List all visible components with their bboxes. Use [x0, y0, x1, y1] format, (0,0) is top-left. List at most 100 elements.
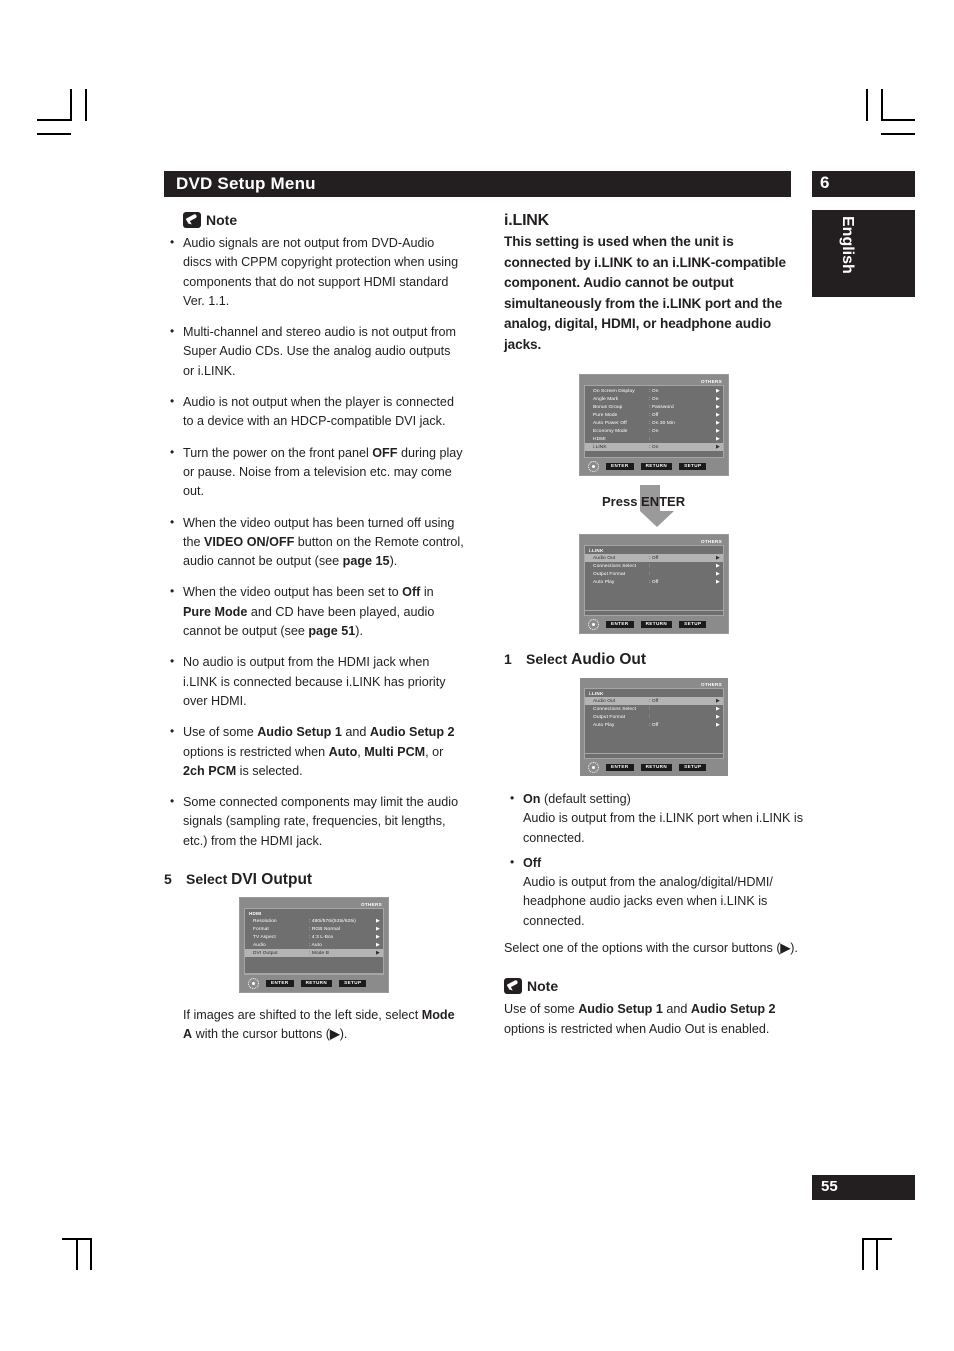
osd-row[interactable]: Audio : Auto ▶	[245, 941, 383, 949]
osd-row[interactable]: Angle Mark : On ▶	[585, 395, 723, 403]
note-text: Use of some Audio Setup 1 and Audio Setu…	[504, 1000, 804, 1039]
osd-key-enter[interactable]: ENTER	[606, 462, 634, 471]
step-label: Select Audio Out	[526, 651, 646, 669]
note-heading: Note	[504, 978, 804, 995]
note-bold-1: Audio Setup 1	[578, 1002, 663, 1017]
cursor-right-icon: ▶	[330, 1027, 340, 1042]
option-name: Off	[523, 855, 542, 870]
osd-row[interactable]: Economy Mode : On ▶	[585, 427, 723, 435]
osd-footer: ENTER RETURN SETUP	[244, 975, 384, 990]
osd-key-setup[interactable]: SETUP	[679, 620, 707, 629]
osd-key-return[interactable]: RETURN	[300, 979, 333, 988]
osd-key-return[interactable]: RETURN	[640, 620, 673, 629]
osd-row[interactable]: Auto Power Off : On 30 Min ▶	[585, 419, 723, 427]
list-item: Some connected components may limit the …	[164, 792, 464, 851]
osd-panel: i.LINK Audio Out : Off ▶ Connections Sel…	[584, 688, 724, 759]
osd-row-selected[interactable]: Audio Out : Off ▶	[585, 554, 723, 562]
osd-row[interactable]: Connections Select : ▶	[585, 562, 723, 570]
step-heading-1: 1 Select Audio Out	[504, 651, 804, 669]
osd-row[interactable]: Pure Mode : Off ▶	[585, 411, 723, 419]
osd-row-label: HDMI	[593, 436, 606, 442]
caption-mid: with the cursor buttons (	[192, 1027, 331, 1042]
list-item: Multi-channel and stereo audio is not ou…	[164, 322, 464, 381]
osd-panel: HDMI Resolution : 480i/576i(525i/625i) ▶…	[244, 908, 384, 976]
dpad-icon	[588, 762, 599, 773]
osd-row-label: Audio	[253, 942, 266, 948]
osd-row[interactable]: Auto Play : Off ▶	[585, 578, 723, 586]
osd-key-setup[interactable]: SETUP	[679, 763, 707, 772]
osd-key-enter[interactable]: ENTER	[266, 979, 294, 988]
osd-row[interactable]: On Screen Display : On ▶	[585, 387, 723, 395]
osd-row-label: Output Format	[593, 714, 626, 720]
chapter-number: 6	[820, 173, 830, 192]
dpad-icon	[588, 619, 599, 630]
osd-row-value: : On	[649, 428, 659, 434]
chevron-right-icon: ▶	[716, 722, 720, 728]
chevron-right-icon: ▶	[716, 428, 720, 434]
option-list: On (default setting) Audio is output fro…	[504, 789, 804, 931]
osd-row-label: TV Aspect	[253, 934, 276, 940]
osd-row[interactable]: Connections Select : ▶	[585, 705, 723, 713]
left-column: Note Audio signals are not output from D…	[164, 212, 464, 1045]
chevron-right-icon: ▶	[716, 436, 720, 442]
osd-row-value: : Off	[649, 722, 659, 728]
osd-row-value: : On	[649, 444, 659, 450]
chevron-right-icon: ▶	[716, 412, 720, 418]
osd-row-label: Pure Mode	[593, 412, 618, 418]
osd-row-value: : 4:3 L-Box	[309, 934, 334, 940]
caption-post: ).	[339, 1027, 348, 1042]
step-verb: Select	[186, 871, 228, 888]
step-number: 5	[164, 871, 172, 888]
osd-caption: If images are shifted to the left side, …	[164, 1006, 464, 1045]
chevron-right-icon: ▶	[716, 555, 720, 561]
crop-mark-top-left-v2	[85, 89, 87, 121]
osd-key-return[interactable]: RETURN	[640, 763, 673, 772]
page-title: DVD Setup Menu	[176, 174, 316, 193]
list-item: Audio is not output when the player is c…	[164, 392, 464, 432]
option-suffix: (default setting)	[540, 792, 631, 806]
osd-group-label: HDMI	[249, 911, 262, 917]
osd-footer: ENTER RETURN SETUP	[584, 759, 724, 774]
crop-mark-top-left-v1	[70, 89, 72, 121]
page-canvas: DVD Setup Menu 6 English Note Audio sign…	[0, 0, 954, 1351]
divider	[245, 973, 383, 975]
osd-footer: ENTER RETURN SETUP	[584, 458, 724, 473]
chevron-right-icon: ▶	[376, 950, 380, 957]
osd-row[interactable]: HDMI : ▶	[585, 435, 723, 443]
osd-screen-ilink-1: OTHERS i.LINK Audio Out : Off ▶ Connecti…	[579, 534, 729, 634]
osd-row[interactable]: Resolution : 480i/576i(525i/625i) ▶	[245, 917, 383, 925]
press-enter-label: Press ENTER	[602, 494, 686, 509]
osd-key-setup[interactable]: SETUP	[679, 462, 707, 471]
osd-row-value: : On	[649, 388, 659, 394]
list-item: Use of some Audio Setup 1 and Audio Setu…	[164, 722, 464, 781]
page-number-badge: 55	[812, 1175, 915, 1200]
osd-key-setup[interactable]: SETUP	[339, 979, 367, 988]
osd-tab-label: OTHERS	[701, 539, 722, 544]
chevron-right-icon: ▶	[716, 563, 720, 569]
step-verb: Select	[526, 651, 568, 667]
osd-row-label: Auto Play	[593, 722, 615, 728]
osd-row[interactable]: Bonus Group : Password ▶	[585, 403, 723, 411]
osd-row-selected[interactable]: i.LINK : On ▶	[585, 443, 723, 451]
osd-row[interactable]: Auto Play : Off ▶	[585, 721, 723, 729]
osd-row-label: Bonus Group	[593, 404, 623, 410]
note-title: Note	[206, 212, 238, 228]
osd-row-value: : On 30 Min	[649, 420, 675, 426]
step-label: Select DVI Output	[186, 871, 312, 889]
osd-row-value: : Password	[649, 404, 674, 410]
list-item: Audio signals are not output from DVD-Au…	[164, 233, 464, 311]
osd-row[interactable]: TV Aspect : 4:3 L-Box ▶	[245, 933, 383, 941]
osd-row[interactable]: Format : RGB Normal ▶	[245, 925, 383, 933]
osd-row[interactable]: Output Format : ▶	[585, 570, 723, 578]
osd-row[interactable]: Output Format : ▶	[585, 713, 723, 721]
osd-key-enter[interactable]: ENTER	[606, 763, 634, 772]
osd-row-selected[interactable]: DVI Output : Mode B ▶	[245, 949, 383, 958]
step-number: 1	[504, 651, 512, 667]
dpad-icon	[588, 461, 599, 472]
dpad-icon	[248, 978, 259, 990]
osd-row-selected[interactable]: Audio Out : Off ▶	[585, 697, 723, 705]
osd-key-enter[interactable]: ENTER	[606, 620, 634, 629]
divider	[585, 753, 723, 754]
chevron-right-icon: ▶	[716, 571, 720, 577]
osd-key-return[interactable]: RETURN	[640, 462, 673, 471]
